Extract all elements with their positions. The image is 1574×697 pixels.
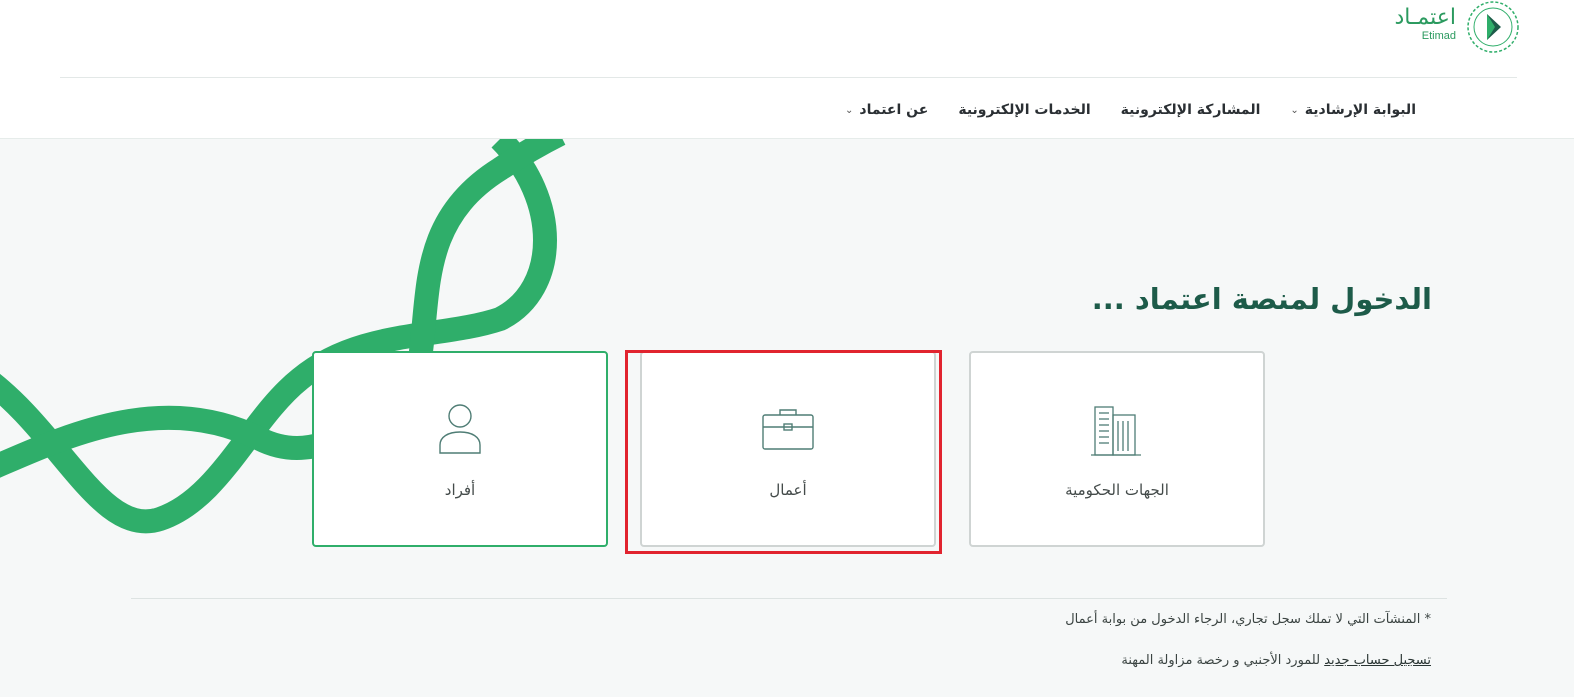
etimad-logo-icon — [1467, 1, 1519, 53]
card-label: الجهات الحكومية — [1065, 481, 1169, 499]
government-entities-card[interactable]: الجهات الحكومية — [969, 351, 1265, 547]
briefcase-icon — [762, 409, 814, 450]
logo-text: اعتمـاد Etimad — [1394, 5, 1456, 43]
government-building-icon — [1091, 406, 1141, 456]
nav-label-about: عن اعتماد — [859, 102, 929, 118]
nav-item-e-services[interactable]: الخدمات الإلكترونية — [958, 96, 1090, 124]
chevron-down-icon: ⌄ — [1290, 104, 1299, 116]
nav-item-about[interactable]: عن اعتماد ⌄ — [845, 96, 928, 124]
commercial-register-note: * المنشآت التي لا تملك سجل تجاري، الرجاء… — [1065, 612, 1431, 627]
etimad-logo[interactable]: اعتمـاد Etimad — [1394, 0, 1522, 53]
logo-english-name: Etimad — [1421, 30, 1456, 42]
business-card[interactable]: أعمال — [640, 351, 936, 547]
nav-label-e-services: الخدمات الإلكترونية — [958, 102, 1091, 118]
logo-arabic-name: اعتمـاد — [1394, 5, 1456, 30]
page-title: الدخول لمنصة اعتماد ... — [1091, 282, 1432, 316]
nav-item-e-participation[interactable]: المشاركة الإلكترونية — [1121, 96, 1261, 124]
card-label: أفراد — [444, 481, 476, 499]
nav-label-e-participation: المشاركة الإلكترونية — [1120, 102, 1261, 118]
nav-label-guidance-portal: البوابة الإرشادية — [1304, 102, 1416, 118]
header-divider — [60, 77, 1517, 78]
section-divider — [131, 598, 1447, 599]
individuals-card[interactable]: أفراد — [312, 351, 608, 547]
chevron-down-icon: ⌄ — [845, 104, 854, 116]
register-line-text: للمورد الأجنبي و رخصة مزاولة المهنة — [1121, 653, 1325, 668]
login-section: الدخول لمنصة اعتماد ... الجهات الحكومية — [0, 139, 1574, 697]
register-line: تسجيل حساب جديد للمورد الأجنبي و رخصة مز… — [1121, 653, 1431, 668]
nav-item-guidance-portal[interactable]: البوابة الإرشادية ⌄ — [1290, 96, 1416, 124]
main-nav: عن اعتماد ⌄ الخدمات الإلكترونية المشاركة… — [845, 96, 1416, 124]
register-new-account-link[interactable]: تسجيل حساب جديد — [1324, 653, 1431, 668]
person-icon — [439, 404, 481, 454]
card-label: أعمال — [769, 481, 807, 499]
site-header: اعتمـاد Etimad عن اعتماد ⌄ الخدمات الإلك… — [0, 0, 1574, 139]
